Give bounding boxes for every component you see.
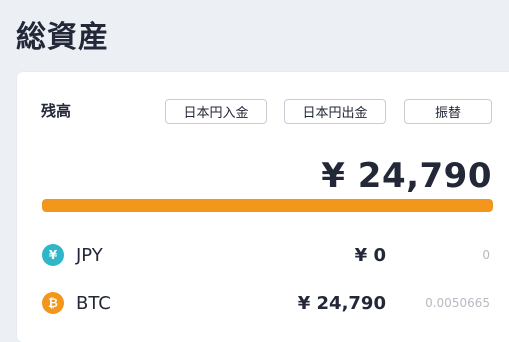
total-balance-amount: ¥ 24,790 (321, 156, 492, 196)
asset-quantity: 0 (482, 248, 490, 262)
asset-name: JPY (76, 245, 103, 266)
transfer-button[interactable]: 振替 (404, 99, 492, 124)
bitcoin-coin-icon: ₿ (42, 292, 64, 314)
jpy-withdraw-button[interactable]: 日本円出金 (284, 99, 386, 124)
asset-allocation-fill (42, 199, 493, 212)
asset-amount: ¥ 24,790 (297, 293, 386, 314)
balance-label: 残高 (41, 102, 72, 120)
asset-name: BTC (76, 293, 111, 314)
asset-row-btc: ₿ BTC ¥ 24,790 0.0050665 (17, 289, 509, 319)
jpy-deposit-button[interactable]: 日本円入金 (165, 99, 267, 124)
yen-coin-icon: ¥ (42, 244, 64, 266)
asset-quantity: 0.0050665 (425, 296, 490, 310)
balance-card: 残高 日本円入金 日本円出金 振替 ¥ 24,790 ¥ JPY ¥ 0 0 ₿… (17, 72, 509, 342)
asset-amount: ¥ 0 (354, 245, 386, 266)
asset-row-jpy: ¥ JPY ¥ 0 0 (17, 241, 509, 271)
asset-allocation-bar (42, 199, 493, 212)
page-title: 総資産 (16, 20, 109, 55)
